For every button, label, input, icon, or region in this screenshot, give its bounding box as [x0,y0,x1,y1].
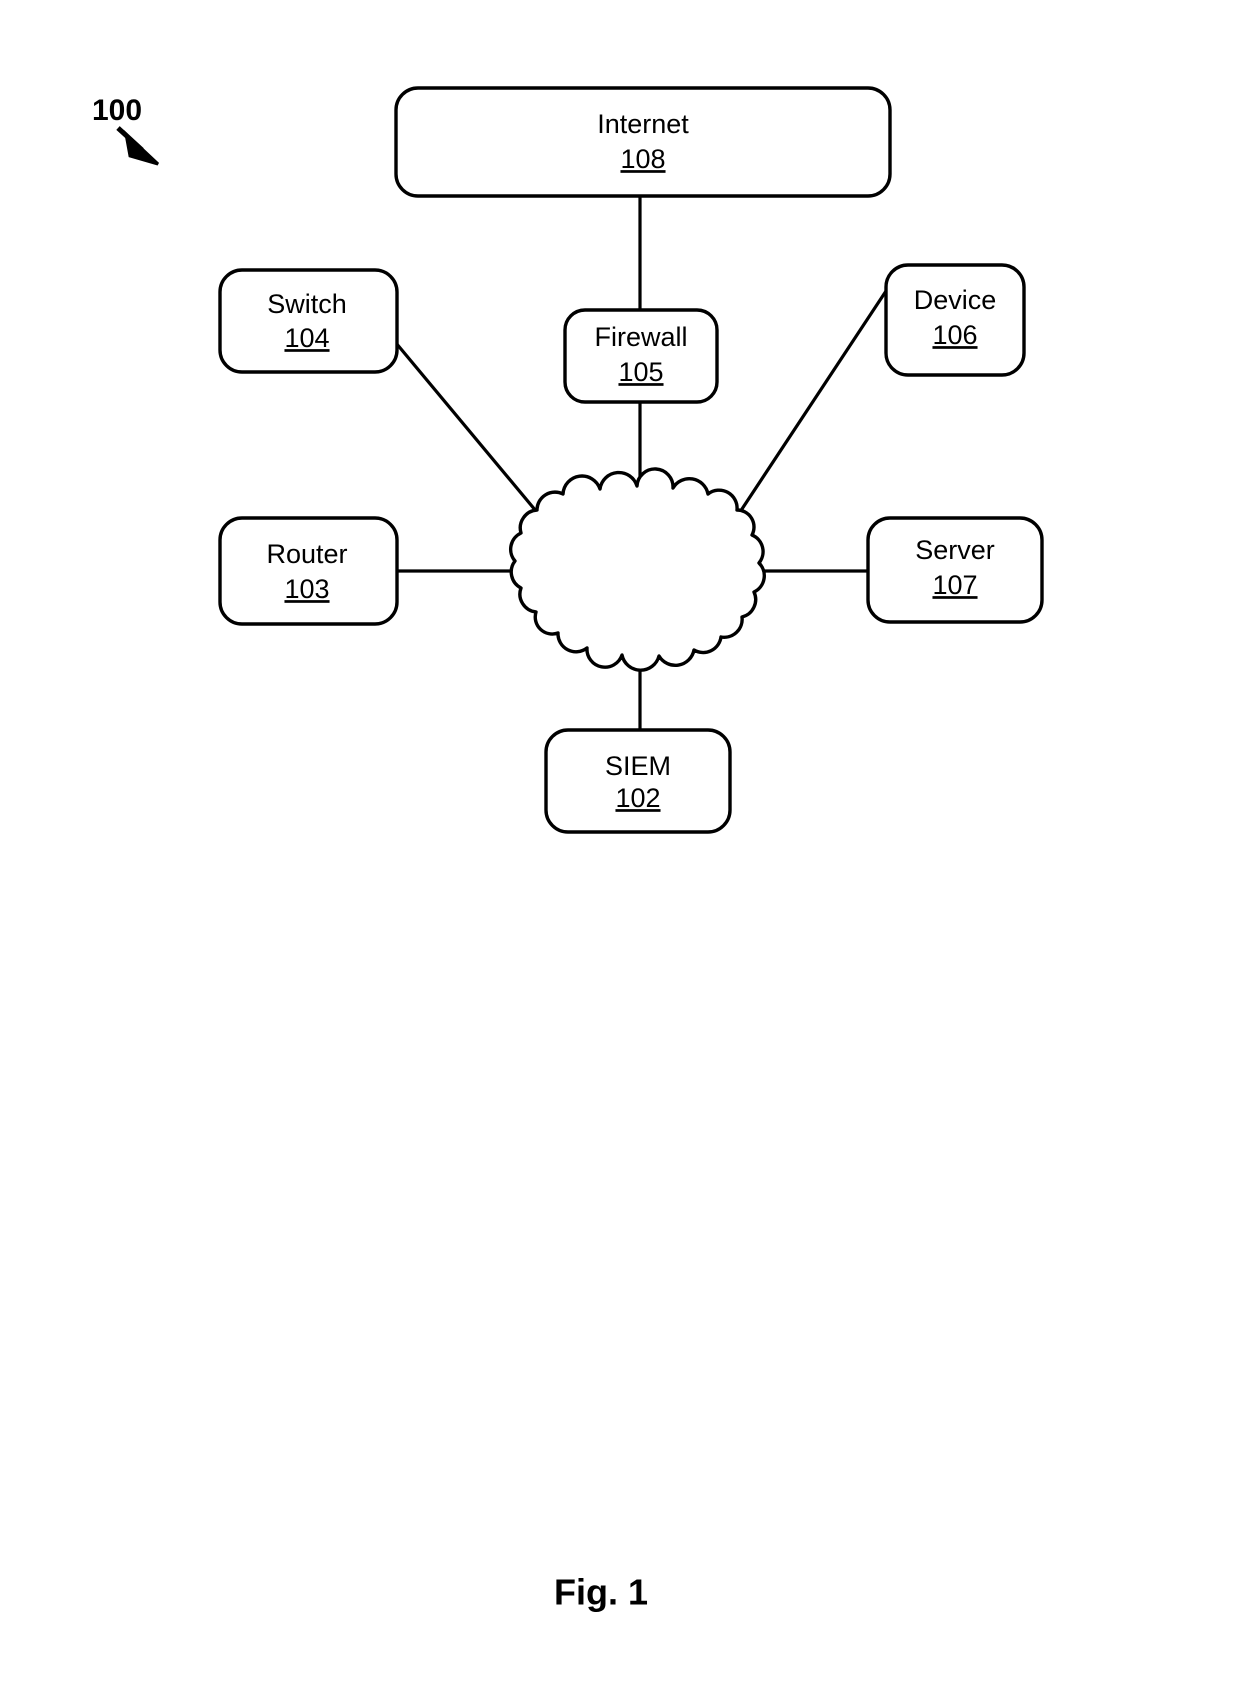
node-device-ref: 106 [932,320,977,350]
node-internet-ref: 108 [620,144,665,174]
node-server[interactable]: Server 107 [866,516,1044,624]
node-switch[interactable]: Switch 104 [218,268,399,374]
node-device[interactable]: Device 106 [884,263,1026,377]
node-switch-box[interactable] [218,268,399,374]
system-lead-annotation: 100 [92,94,160,166]
node-firewall-label: Firewall [594,322,687,352]
connector-switch-cloud [394,341,543,519]
node-router-label: Router [266,539,347,569]
node-device-label: Device [914,285,997,315]
node-siem-label: SIEM [605,751,671,781]
node-siem-ref: 102 [615,783,660,813]
node-internet-label: Internet [597,109,689,139]
node-server-ref: 107 [932,570,977,600]
node-switch-label: Switch [267,289,347,319]
node-internet[interactable]: Internet 108 [394,86,892,198]
figure-caption: Fig. 1 [554,1572,648,1613]
node-firewall-ref: 105 [618,357,663,387]
cloud-shape [508,467,766,672]
lead-arrow-head [123,129,160,166]
node-router-ref: 103 [284,574,329,604]
connector-device-cloud [738,287,890,513]
node-firewall[interactable]: Firewall 105 [563,308,719,404]
node-siem[interactable]: SIEM 102 [544,728,732,834]
node-switch-ref: 104 [284,323,329,353]
network-cloud [508,467,766,672]
node-router-box[interactable] [218,516,399,626]
node-router[interactable]: Router 103 [218,516,399,626]
node-server-label: Server [915,535,995,565]
system-reference-label: 100 [92,94,142,127]
node-internet-box[interactable] [394,86,892,198]
patent-figure: Internet 108 Switch 104 Firewall 105 Dev… [0,0,1240,1696]
